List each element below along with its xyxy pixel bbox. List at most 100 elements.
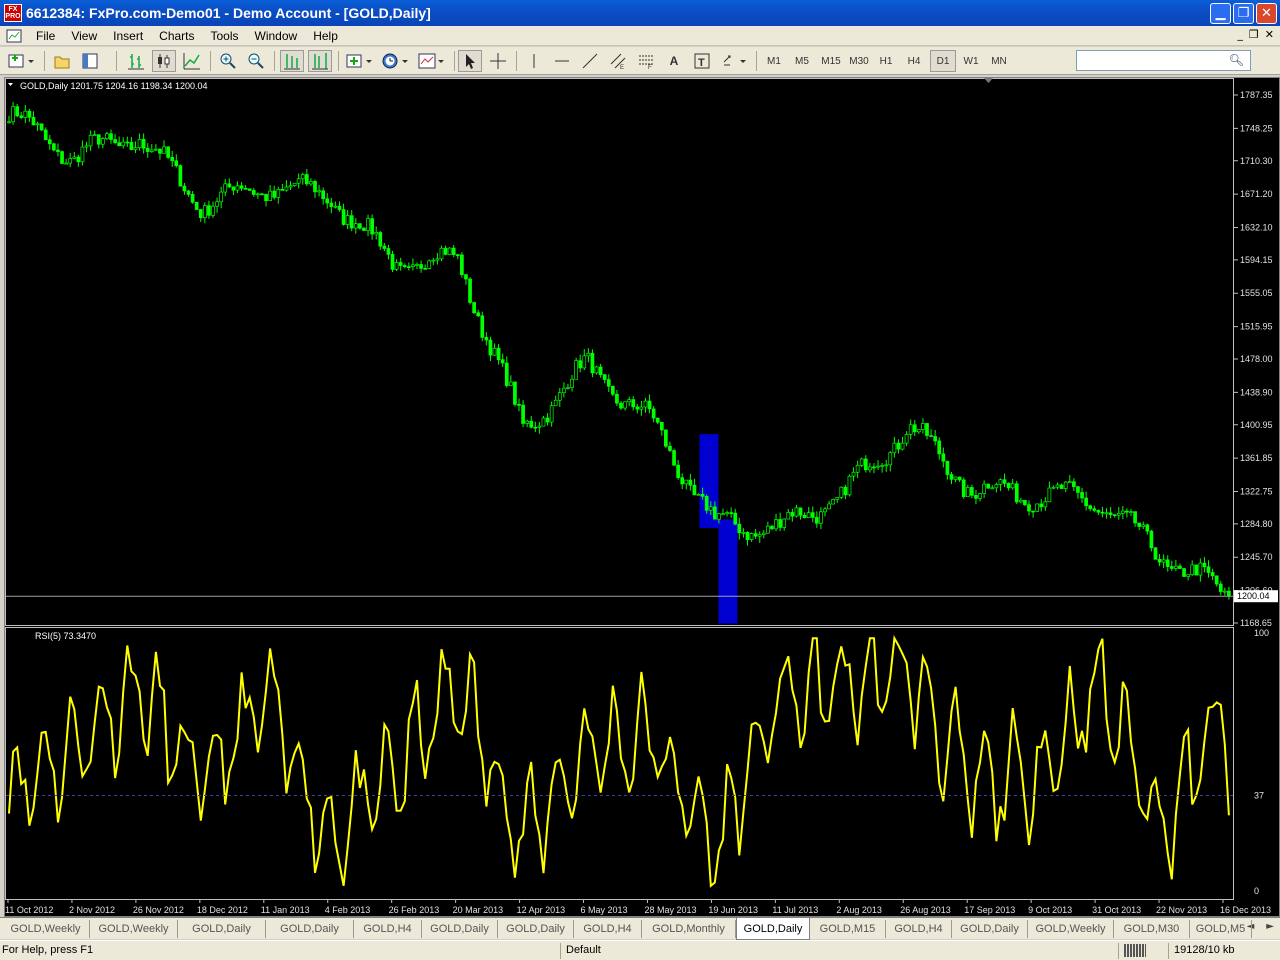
menu-view[interactable]: View <box>63 26 105 46</box>
chart-window[interactable]: 1787.35 1748.25 1710.30 1671.20 1632.10 1594.… <box>4 77 1280 917</box>
candle-body <box>1206 566 1211 573</box>
date-label: 11 Jan 2013 <box>261 905 310 915</box>
search-input[interactable]: 🔍︎ <box>1076 50 1251 71</box>
zoom-out-icon[interactable] <box>244 50 268 72</box>
chart-tab[interactable]: GOLD,Daily <box>498 920 574 938</box>
chart-tab[interactable]: GOLD,Weekly <box>90 920 178 938</box>
candle-body <box>100 138 105 145</box>
horizontal-line-icon[interactable] <box>550 50 574 72</box>
date-label: 18 Dec 2012 <box>197 905 248 915</box>
search-icon[interactable]: 🔍︎ <box>1229 53 1244 67</box>
vertical-line-icon[interactable] <box>522 50 546 72</box>
chart-tab[interactable]: GOLD,H4 <box>886 920 952 938</box>
rsi-tick-label: 100 <box>1254 628 1269 638</box>
chart-tab[interactable]: GOLD,H4 <box>354 920 422 938</box>
candle-body <box>219 191 224 203</box>
text-label-icon[interactable]: T <box>690 50 714 72</box>
candle-body <box>880 465 884 467</box>
timeframe-w1[interactable]: W1 <box>958 50 984 72</box>
chart-tab[interactable]: GOLD,Daily <box>266 920 354 938</box>
indicators-icon[interactable] <box>344 50 376 72</box>
timeframe-h1[interactable]: H1 <box>874 50 898 72</box>
menu-tools[interactable]: Tools <box>203 26 247 46</box>
candle-body <box>786 512 791 520</box>
chart-tab[interactable]: GOLD,M30 <box>1114 920 1190 938</box>
mdi-close-button[interactable]: ✕ <box>1265 28 1274 41</box>
chart-shift-marker-icon[interactable] <box>984 78 993 83</box>
minimize-button[interactable]: ▁ <box>1210 3 1231 24</box>
candle-body <box>810 512 815 518</box>
mdi-restore-button[interactable]: ❐ <box>1249 28 1259 41</box>
price-chart[interactable]: 1787.35 1748.25 1710.30 1671.20 1632.10 1594.… <box>5 78 1279 916</box>
candle-body <box>949 474 954 480</box>
new-chart-icon[interactable] <box>6 50 38 72</box>
equidistant-channel-icon[interactable]: E <box>606 50 630 72</box>
candle-body <box>1031 510 1035 513</box>
tab-scroll-right-icon[interactable]: ► <box>1266 921 1274 932</box>
line-chart-icon[interactable] <box>180 50 204 72</box>
crosshair-icon[interactable] <box>486 50 510 72</box>
chart-shift-icon[interactable] <box>308 50 332 72</box>
price-tick-label: 1400.95 <box>1240 420 1273 430</box>
menu-insert[interactable]: Insert <box>105 26 151 46</box>
timeframe-m5[interactable]: M5 <box>790 50 814 72</box>
templates-icon[interactable] <box>416 50 448 72</box>
timeframe-m1[interactable]: M1 <box>762 50 786 72</box>
candle-body <box>1092 508 1097 511</box>
candle-body <box>814 517 819 524</box>
restore-button[interactable]: ❐ <box>1233 3 1254 24</box>
menu-help[interactable]: Help <box>305 26 346 46</box>
candle-body <box>149 149 154 152</box>
connection-bars-icon[interactable] <box>1124 944 1146 957</box>
chart-window-icon[interactable] <box>6 28 22 44</box>
menu-file[interactable]: File <box>28 26 63 46</box>
timeframe-m30[interactable]: M30 <box>846 50 872 72</box>
candle-body <box>892 442 897 454</box>
chart-tab[interactable]: GOLD,Monthly <box>642 920 736 938</box>
profiles-icon[interactable] <box>50 50 74 72</box>
zoom-in-icon[interactable] <box>216 50 240 72</box>
market-watch-icon[interactable] <box>78 50 102 72</box>
chart-header-dropdown-icon[interactable] <box>8 83 13 86</box>
chart-tab[interactable]: GOLD,Daily <box>952 920 1028 938</box>
candle-body <box>1104 512 1109 515</box>
candlestick-chart-icon[interactable] <box>152 50 176 72</box>
price-tick-label: 1632.10 <box>1240 222 1273 232</box>
mdi-minimize-button[interactable]: _ <box>1237 28 1243 41</box>
arrows-icon[interactable] <box>718 50 750 72</box>
close-button[interactable]: ✕ <box>1256 3 1277 24</box>
candle-body <box>533 426 538 429</box>
text-tool-icon[interactable]: A <box>662 50 686 72</box>
fibonacci-icon[interactable]: F <box>634 50 658 72</box>
chart-tab[interactable]: GOLD,H4 <box>574 920 642 938</box>
candle-body <box>704 496 709 511</box>
chart-tab[interactable]: GOLD,Daily <box>736 918 810 940</box>
candle-body <box>227 183 232 188</box>
chart-tab[interactable]: GOLD,M15 <box>810 920 886 938</box>
candle-body <box>500 359 505 364</box>
timeframe-mn[interactable]: MN <box>986 50 1012 72</box>
timeframe-m15[interactable]: M15 <box>818 50 844 72</box>
highlight-box[interactable] <box>718 519 738 624</box>
chart-tab[interactable]: GOLD,Weekly <box>2 920 90 938</box>
candle-body <box>1108 512 1113 515</box>
chart-tab[interactable]: GOLD,Daily <box>178 920 266 938</box>
chart-autoscroll-icon[interactable] <box>280 50 304 72</box>
candle-body <box>1178 565 1182 569</box>
periods-icon[interactable] <box>380 50 412 72</box>
candle-body <box>496 347 501 360</box>
menu-charts[interactable]: Charts <box>151 26 202 46</box>
candle-body <box>643 400 648 408</box>
chart-tab[interactable]: GOLD,Weekly <box>1028 920 1114 938</box>
chart-tab[interactable]: GOLD,Daily <box>422 920 498 938</box>
bar-chart-icon[interactable] <box>124 50 148 72</box>
trendline-icon[interactable] <box>578 50 602 72</box>
candle-body <box>121 141 126 147</box>
date-label: 28 May 2013 <box>644 905 696 915</box>
chart-tab[interactable]: GOLD,M5 <box>1190 920 1252 938</box>
timeframe-d1[interactable]: D1 <box>930 50 956 72</box>
timeframe-h4[interactable]: H4 <box>902 50 926 72</box>
menu-window[interactable]: Window <box>247 26 306 46</box>
price-tick-label: 1594.15 <box>1240 255 1273 265</box>
cursor-icon[interactable] <box>458 50 482 72</box>
